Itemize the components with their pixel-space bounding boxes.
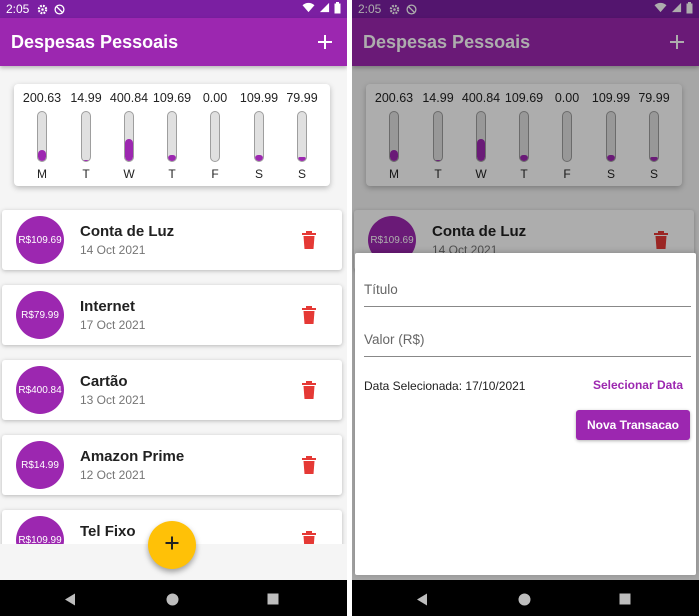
chart-bar-fill [298,156,306,161]
trash-icon[interactable] [300,530,318,544]
transaction-title: Internet [80,298,136,315]
circle-home-icon[interactable] [517,592,531,606]
chart-day-label: F [211,167,219,181]
list-item[interactable]: R$400.84 Cartão 13 Oct 2021 [2,360,342,420]
phone-screen-list: 2:05 Despesas Pessoais 200.63 M 14.99 T [0,0,347,616]
title-input[interactable] [364,273,691,305]
trash-icon[interactable] [300,455,318,475]
amount-avatar: R$79.99 [16,291,64,339]
amount-avatar: R$14.99 [16,441,64,489]
app-bar: Despesas Pessoais [0,18,347,66]
amount-avatar: R$109.69 [16,216,64,264]
chart-bar-mon: 200.63 M [20,84,64,186]
chart-bar-wed: 400.84 W [107,84,151,186]
transaction-title: Tel Fixo [80,523,136,540]
transaction-list[interactable]: R$109.69 Conta de Luz 14 Oct 2021 R$79.9… [0,200,347,544]
chart-day-label: T [168,167,176,181]
chart-day-label: S [297,167,306,181]
transaction-date: 12 Oct 2021 [80,468,146,482]
chart-bar-sat: 109.99 S [237,84,281,186]
transaction-title: Conta de Luz [80,223,175,240]
selected-date-text: Data Selecionada: 17/10/2021 [364,379,526,393]
chart-bar-track [37,111,47,162]
signal-icon [319,2,330,16]
chart-day-label: T [82,167,90,181]
chart-value-label: 109.99 [239,91,279,105]
chart-bar-track [81,111,91,162]
list-item[interactable]: R$109.69 Conta de Luz 14 Oct 2021 [2,210,342,270]
chart-day-label: W [123,167,135,181]
status-bar: 2:05 [0,0,347,18]
square-recents-icon[interactable] [266,592,280,606]
plus-icon[interactable] [314,31,336,53]
chart-bar-track [167,111,177,162]
triangle-back-icon[interactable] [63,592,77,606]
plus-icon [164,535,180,556]
status-time: 2:05 [6,2,30,16]
transaction-date: 13 Oct 2021 [80,393,146,407]
app-title: Despesas Pessoais [11,31,179,52]
chart-bar-track [297,111,307,162]
trash-icon[interactable] [300,305,318,325]
chart-bar-tue: 14.99 T [64,84,108,186]
value-field[interactable] [364,323,691,357]
phone-screen-new-transaction: 2:05 Despesas Pessoais 200.63 M 14.99 T [352,0,699,616]
transaction-date: 14 Oct 2021 [80,243,146,257]
transaction-title: Amazon Prime [80,448,185,465]
chart-value-label: 109.69 [152,91,192,105]
chart-value-label: 79.99 [286,91,318,105]
amount-avatar: R$109.99 [16,516,64,544]
chart-bar-fill [125,138,133,161]
chart-value-label: 200.63 [22,91,62,105]
chart-value-label: 400.84 [109,91,149,105]
chart-bar-fill [168,154,176,161]
wifi-icon [302,2,315,16]
chart-bar-fill [255,154,263,161]
add-transaction-fab[interactable] [148,521,196,569]
battery-icon [334,1,341,17]
chart-bar-fill [38,149,46,161]
circle-home-icon[interactable] [165,592,179,606]
do-not-disturb-icon [54,3,65,15]
chart-day-label: S [254,167,263,181]
date-row: Data Selecionada: 17/10/2021 Selecionar … [364,378,691,393]
chart-bar-fill [82,160,90,161]
chart-day-label: M [37,167,47,181]
chart-value-label: 0.00 [202,91,228,105]
chart-bar-track [210,111,220,162]
trash-icon[interactable] [300,380,318,400]
chart-bar-thu: 109.69 T [150,84,194,186]
gear-icon [37,4,48,15]
transaction-date: 17 Oct 2021 [80,318,146,332]
value-input[interactable] [364,323,691,355]
list-item[interactable]: R$79.99 Internet 17 Oct 2021 [2,285,342,345]
chart-value-label: 14.99 [70,91,102,105]
weekly-chart: 200.63 M 14.99 T 400.84 W 109.69 T 0.00 … [14,84,330,186]
square-recents-icon[interactable] [618,592,632,606]
system-nav-bar [0,580,347,616]
title-field[interactable] [364,273,691,307]
chart-bar-fri: 0.00 F [193,84,237,186]
amount-avatar: R$400.84 [16,366,64,414]
select-date-button[interactable]: Selecionar Data [593,378,683,392]
chart-bar-track [254,111,264,162]
trash-icon[interactable] [300,230,318,250]
new-transaction-button[interactable]: Nova Transacao [576,410,690,440]
chart-bar-sun: 79.99 S [280,84,324,186]
system-nav-bar [352,580,699,616]
triangle-back-icon[interactable] [415,592,429,606]
chart-bar-track [124,111,134,162]
list-item[interactable]: R$14.99 Amazon Prime 12 Oct 2021 [2,435,342,495]
transaction-title: Cartão [80,373,128,390]
new-transaction-sheet: Data Selecionada: 17/10/2021 Selecionar … [355,253,696,575]
